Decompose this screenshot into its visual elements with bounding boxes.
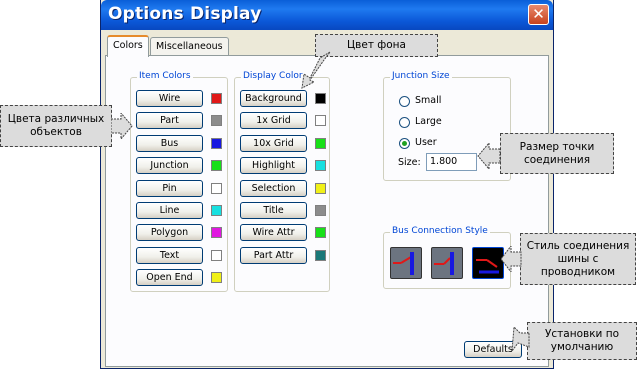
display-color-button-10x-grid[interactable]: 10x Grid	[240, 134, 307, 152]
item-color-swatch-line[interactable]	[211, 205, 222, 216]
tab-miscellaneous[interactable]: Miscellaneous	[150, 37, 229, 56]
junction-size-title: Junction Size	[390, 71, 452, 81]
junction-small-radio[interactable]	[399, 96, 410, 107]
callout-object-colors-text: Цвета различных объектов	[7, 113, 105, 138]
callout-defaults-arrow-icon	[511, 325, 530, 353]
item-color-button-pin[interactable]: Pin	[136, 179, 203, 197]
display-color-swatch-wire-attr[interactable]	[315, 227, 326, 239]
item-color-button-open-end[interactable]: Open End	[136, 269, 203, 287]
window-title: Options Display	[108, 4, 262, 24]
item-color-button-part[interactable]: Part	[136, 112, 203, 130]
display-color-swatch-part-attr[interactable]	[315, 249, 326, 261]
size-label: Size:	[398, 157, 421, 168]
item-color-swatch-pin[interactable]	[211, 182, 222, 194]
bus-connection-group: Bus Connection Style	[383, 226, 511, 289]
item-color-button-junction[interactable]: Junction	[136, 157, 203, 175]
callout-bus-arrow-icon	[500, 246, 522, 272]
item-color-swatch-polygon[interactable]	[211, 227, 222, 239]
item-colors-group: Item Colors Wire Part Bus Junction Pin Line Po…	[130, 71, 228, 292]
display-color-swatch-highlight[interactable]	[315, 160, 326, 172]
callout-defaults-text: Установки по умолчанию	[545, 328, 619, 353]
callout-junction-size: Размер точки соединения	[500, 133, 614, 174]
display-colors-title: Display Color	[241, 71, 305, 81]
display-color-button-selection[interactable]: Selection	[240, 179, 307, 197]
callout-bus-style-text: Стиль соединения шины с проводником	[526, 239, 630, 278]
colors-tab-panel: Item Colors Wire Part Bus Junction Pin Line Po…	[105, 55, 549, 367]
bus-style-diagonal-icon	[434, 252, 454, 275]
item-color-button-text[interactable]: Text	[136, 246, 203, 264]
junction-user-label: User	[415, 137, 437, 148]
display-color-swatch-1x-grid[interactable]	[315, 115, 326, 127]
junction-large-label: Large	[415, 116, 442, 127]
item-color-swatch-open-end[interactable]	[211, 272, 222, 284]
close-button[interactable]: ✕	[528, 4, 549, 25]
callout-background-arrow-icon	[301, 51, 331, 89]
bus-style-angled-icon	[393, 252, 414, 275]
item-color-button-wire[interactable]: Wire	[136, 90, 203, 107]
display-color-button-title[interactable]: Title	[240, 202, 307, 219]
callout-background-color-text: Цвет фона	[347, 39, 406, 51]
callout-defaults: Установки по умолчанию	[527, 322, 637, 360]
item-color-swatch-wire[interactable]	[211, 93, 222, 104]
item-color-button-polygon[interactable]: Polygon	[136, 224, 203, 242]
title-bar[interactable]: Options Display ✕	[101, 0, 553, 30]
item-color-swatch-bus[interactable]	[211, 137, 222, 149]
display-color-button-part-attr[interactable]: Part Attr	[240, 246, 307, 264]
item-color-button-line[interactable]: Line	[136, 202, 203, 219]
item-color-swatch-part[interactable]	[211, 115, 222, 127]
callout-junction-size-text: Размер точки соединения	[519, 140, 595, 166]
display-color-button-background[interactable]: Background	[240, 90, 307, 107]
size-input[interactable]: 1.800	[426, 153, 477, 171]
display-color-swatch-background[interactable]	[315, 93, 326, 104]
callout-bus-style: Стиль соединения шины с проводником	[520, 233, 636, 285]
item-colors-title: Item Colors	[137, 71, 193, 81]
item-color-swatch-junction[interactable]	[211, 160, 222, 172]
callout-junction-arrow-icon	[477, 143, 501, 169]
bus-style-diagonal-button[interactable]	[431, 247, 463, 279]
display-color-button-wire-attr[interactable]: Wire Attr	[240, 224, 307, 242]
callout-object-arrow-icon	[111, 113, 133, 139]
item-color-swatch-text[interactable]	[211, 249, 222, 261]
display-color-swatch-10x-grid[interactable]	[315, 137, 326, 149]
display-color-swatch-selection[interactable]	[315, 182, 326, 194]
junction-user-radio[interactable]	[399, 138, 410, 149]
junction-large-radio[interactable]	[399, 117, 410, 128]
display-color-button-highlight[interactable]: Highlight	[240, 157, 307, 175]
display-color-button-1x-grid[interactable]: 1x Grid	[240, 112, 307, 130]
bus-style-angled-button[interactable]	[390, 247, 422, 279]
item-color-button-bus[interactable]: Bus	[136, 134, 203, 152]
bus-style-angled-dark-icon	[476, 259, 499, 274]
tab-colors[interactable]: Colors	[107, 35, 149, 57]
display-colors-group: Display Color Background 1x Grid 10x Grid H…	[234, 71, 330, 292]
junction-small-label: Small	[415, 95, 442, 106]
display-color-swatch-title[interactable]	[315, 205, 326, 216]
bus-connection-title: Bus Connection Style	[390, 226, 490, 236]
callout-object-colors: Цвета различных объектов	[0, 105, 112, 147]
